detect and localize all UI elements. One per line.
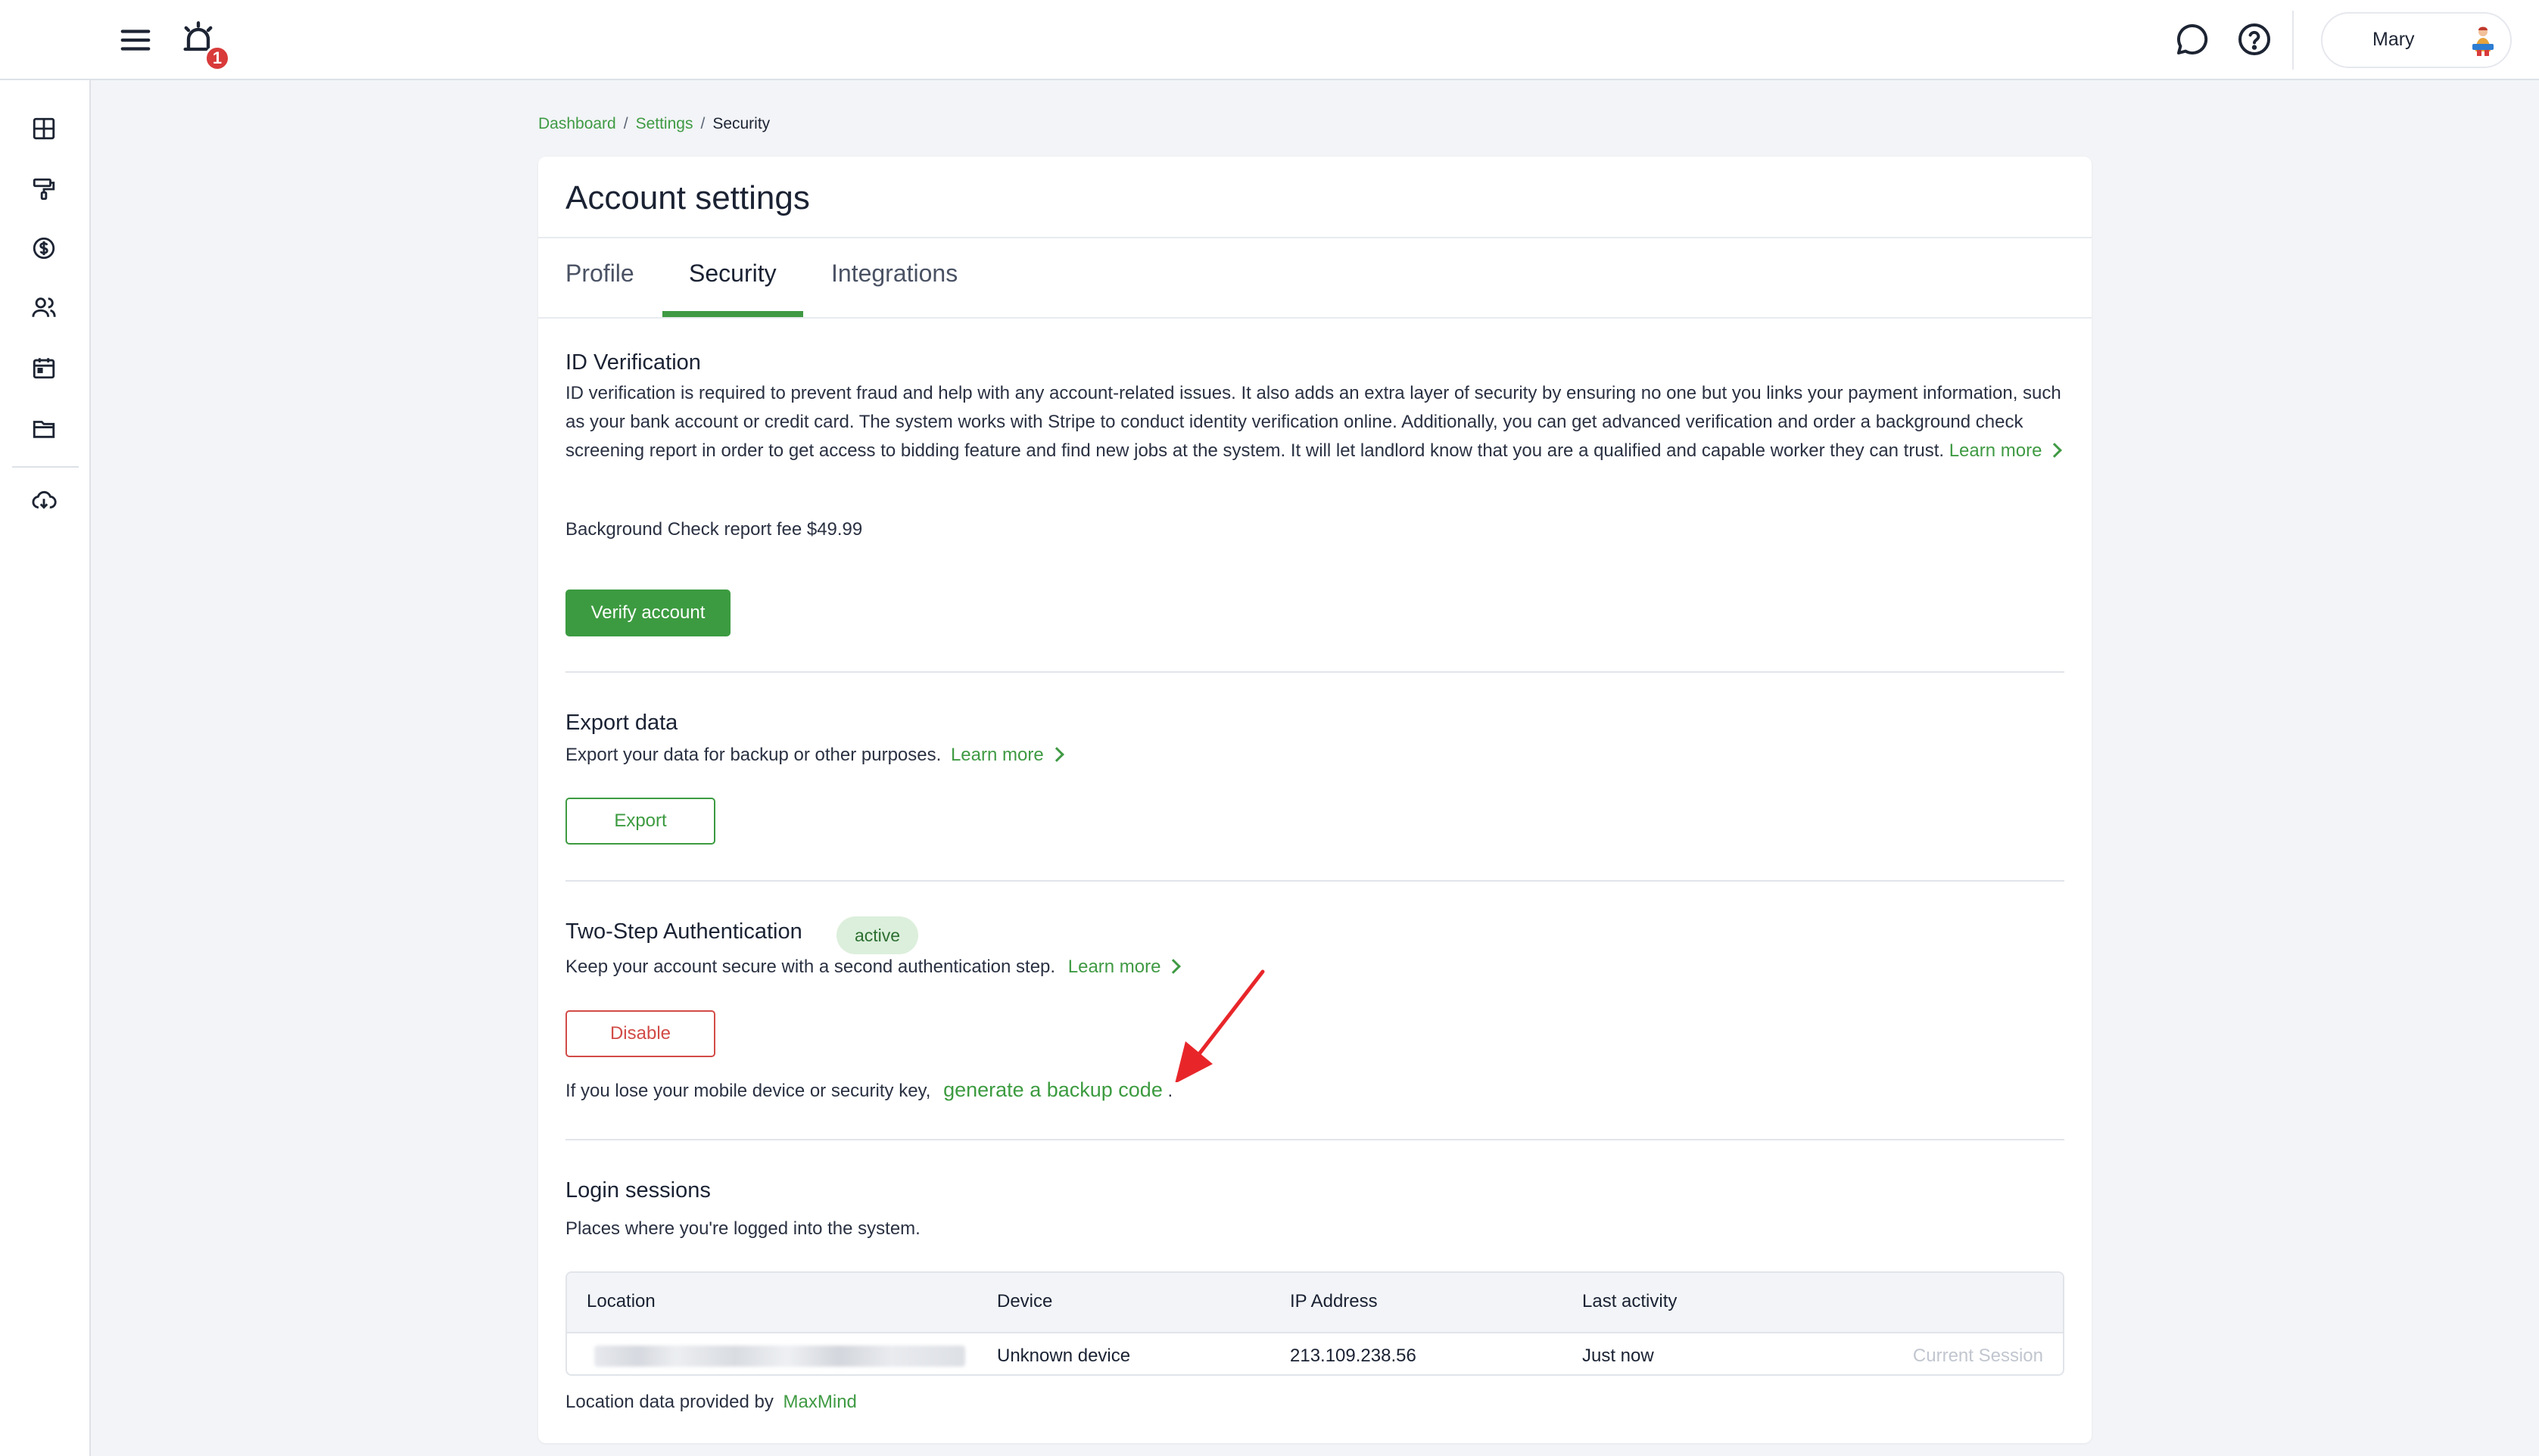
backup-code-prefix: If you lose your mobile device or securi… [565,1081,931,1101]
export-button[interactable]: Export [565,798,715,845]
export-data-title: Export data [565,711,678,735]
hamburger-menu-icon[interactable] [118,23,153,58]
page-title: Account settings [565,179,810,216]
verify-account-button[interactable]: Verify account [565,590,731,636]
user-menu[interactable]: Mary [2321,12,2512,68]
sidebar [0,0,91,1456]
two-step-description: Keep your account secure with a second a… [565,953,2064,982]
two-step-text: Keep your account secure with a second a… [565,957,1056,977]
background-check-fee: Background Check report fee $49.99 [565,519,863,540]
breadcrumb-settings[interactable]: Settings [636,115,693,133]
users-icon[interactable] [27,291,61,324]
breadcrumb-separator: / [700,115,706,132]
account-settings-card: Account settings Profile Security Integr… [538,157,2092,1443]
export-data-description: Export your data for backup or other pur… [565,741,2064,770]
session-device: Unknown device [997,1346,1131,1366]
tab-integrations[interactable]: Integrations [831,260,958,288]
location-footnote: Location data provided by MaxMind [565,1392,857,1413]
two-step-title: Two-Step Authentication [565,919,802,944]
calendar-icon[interactable] [27,351,61,384]
backup-code-suffix: . [1167,1081,1173,1101]
current-session-label: Current Session [1912,1346,2043,1366]
status-badge: active [836,916,919,954]
breadcrumb-dashboard[interactable]: Dashboard [538,115,616,133]
breadcrumb: Dashboard / Settings / Security [538,115,770,133]
section-divider [565,880,2064,882]
generate-backup-code-link[interactable]: generate a backup code [943,1078,1163,1101]
blurred-location [594,1346,965,1367]
learn-more-label: Learn more [1949,440,2042,461]
session-ip: 213.109.238.56 [1290,1346,1416,1366]
sessions-table: Location Device IP Address Last activity… [565,1271,2064,1376]
breadcrumb-separator: / [623,115,628,132]
dollar-icon[interactable] [27,232,61,265]
chat-icon[interactable] [2174,21,2210,58]
avatar [2463,21,2503,61]
table-header: Location Device IP Address Last activity [567,1273,2063,1333]
backup-code-text: If you lose your mobile device or securi… [565,1075,2064,1106]
column-device: Device [997,1291,1053,1311]
tab-profile[interactable]: Profile [565,260,634,288]
top-bar [0,0,2539,80]
login-sessions-title: Login sessions [565,1178,711,1202]
two-step-learn-more-link[interactable]: Learn more [1067,957,1182,977]
session-last-activity: Just now [1582,1346,1654,1366]
id-verification-title: ID Verification [565,350,701,375]
annotation-arrow-icon [1166,969,1272,1082]
tab-security[interactable]: Security [689,260,777,288]
id-verification-text: ID verification is required to prevent f… [565,383,2061,461]
column-last-activity: Last activity [1582,1291,1678,1311]
disable-button[interactable]: Disable [565,1010,715,1057]
breadcrumb-current: Security [712,115,771,132]
sidebar-divider [12,466,79,468]
topbar-separator [2292,11,2294,70]
chevron-right-icon [2047,443,2063,458]
id-verification-learn-more-link[interactable]: Learn more [1949,440,2063,461]
section-divider [565,1139,2064,1140]
active-tab-indicator [662,311,803,317]
tabs-divider [538,317,2092,319]
dashboard-icon[interactable] [27,112,61,145]
id-verification-description: ID verification is required to prevent f… [565,379,2064,465]
chevron-right-icon [1048,747,1064,762]
login-sessions-description: Places where you're logged into the syst… [565,1218,921,1239]
cloud-download-icon[interactable] [27,484,61,518]
help-icon[interactable] [2236,21,2273,58]
paint-roller-icon[interactable] [27,173,61,206]
notification-badge: 1 [204,45,230,71]
learn-more-label: Learn more [1067,957,1161,977]
maxmind-link[interactable]: MaxMind [784,1392,857,1412]
title-divider [538,237,2092,238]
section-divider [565,671,2064,673]
export-data-text: Export your data for backup or other pur… [565,745,942,765]
export-learn-more-link[interactable]: Learn more [950,745,1064,765]
folder-icon[interactable] [27,412,61,445]
user-name: Mary [2372,29,2415,50]
footnote-text: Location data provided by [565,1392,774,1412]
column-location: Location [587,1291,656,1311]
column-ip-address: IP Address [1290,1291,1378,1311]
learn-more-label: Learn more [950,745,1044,765]
